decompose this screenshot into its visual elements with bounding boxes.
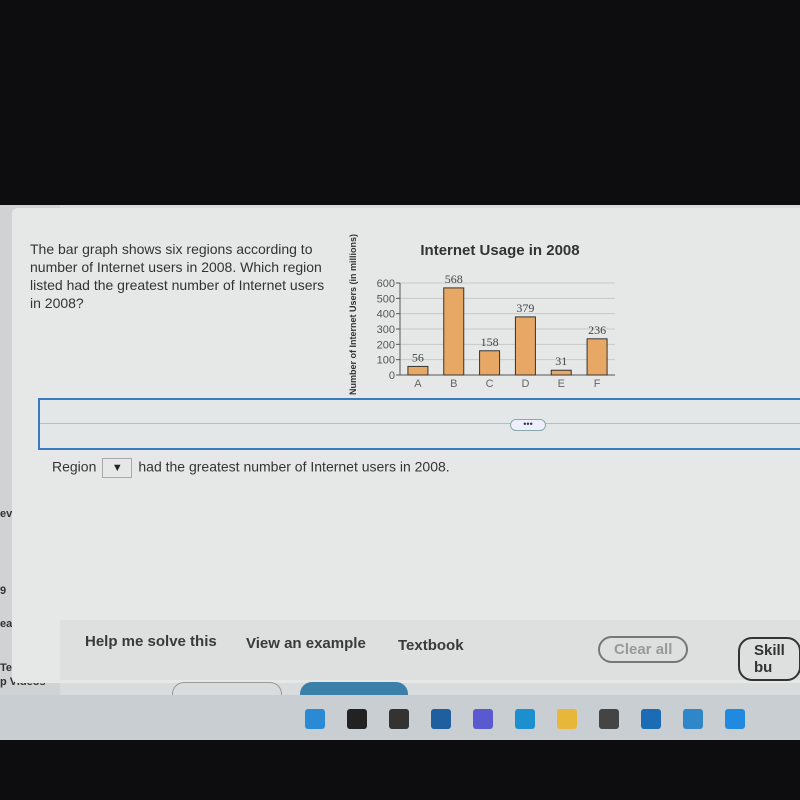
answer-prefix: Region [52, 458, 97, 475]
x-tick-label: C [486, 378, 494, 390]
y-tick-label: 100 [377, 355, 395, 367]
more-button[interactable]: ••• [510, 419, 546, 431]
bar-chart: Internet Usage in 2008 Number of Internet… [348, 234, 615, 395]
y-tick-label: 600 [377, 278, 395, 290]
x-tick-label: A [414, 378, 422, 390]
data-label-F: 236 [588, 323, 606, 337]
answer-box [38, 398, 800, 450]
app2-icon[interactable] [725, 709, 745, 729]
widgets-icon[interactable] [431, 709, 451, 729]
bar-C [479, 350, 501, 376]
app-icon[interactable] [683, 709, 703, 729]
skill-builder-button[interactable]: Skill bu [738, 637, 800, 681]
bar-F [586, 338, 608, 376]
edge-icon[interactable] [515, 709, 535, 729]
y-tick-label: 200 [377, 339, 395, 351]
bar-D [514, 316, 536, 376]
data-label-B: 568 [445, 272, 463, 286]
teams-icon[interactable] [473, 709, 493, 729]
help-me-solve-link[interactable]: Help me solve this [85, 633, 217, 650]
clear-all-button[interactable]: Clear all [598, 636, 689, 663]
x-tick-label: D [521, 378, 529, 390]
textbook-link[interactable]: Textbook [398, 637, 464, 654]
answer-sentence: Region ▼ had the greatest number of Intern… [52, 458, 450, 478]
file-explorer-icon[interactable] [557, 709, 577, 729]
chart-title: Internet Usage in 2008 [420, 242, 579, 259]
y-axis-label: Number of Internet Users (in millions) [348, 234, 358, 395]
divider [40, 423, 800, 424]
x-tick-label: E [558, 378, 565, 390]
sidebar-item[interactable]: 9 [0, 585, 6, 597]
dropdown-arrow-icon: ▼ [111, 462, 123, 474]
x-tick-label: F [594, 378, 601, 390]
bar-A [407, 365, 429, 376]
question-text: The bar graph shows six regions accordin… [30, 241, 325, 311]
data-label-C: 158 [481, 335, 499, 349]
store-icon[interactable] [599, 709, 619, 729]
bar-B [443, 287, 465, 376]
y-tick-label: 500 [377, 293, 395, 305]
y-tick-label: 400 [377, 309, 395, 321]
x-tick-label: B [450, 378, 457, 390]
data-label-E: 31 [555, 354, 567, 368]
search-icon[interactable] [347, 709, 367, 729]
windows-icon[interactable] [305, 709, 325, 729]
y-tick-label: 300 [377, 324, 395, 336]
mail-icon[interactable] [641, 709, 661, 729]
task-view-icon[interactable] [389, 709, 409, 729]
y-tick-label: 0 [389, 370, 395, 382]
bar-E [550, 369, 572, 376]
data-label-D: 379 [516, 301, 534, 315]
data-label-A: 56 [412, 350, 424, 364]
answer-suffix: had the greatest number of Internet user… [138, 458, 450, 475]
region-dropdown[interactable]: ▼ [102, 458, 133, 478]
view-example-link[interactable]: View an example [246, 635, 366, 652]
